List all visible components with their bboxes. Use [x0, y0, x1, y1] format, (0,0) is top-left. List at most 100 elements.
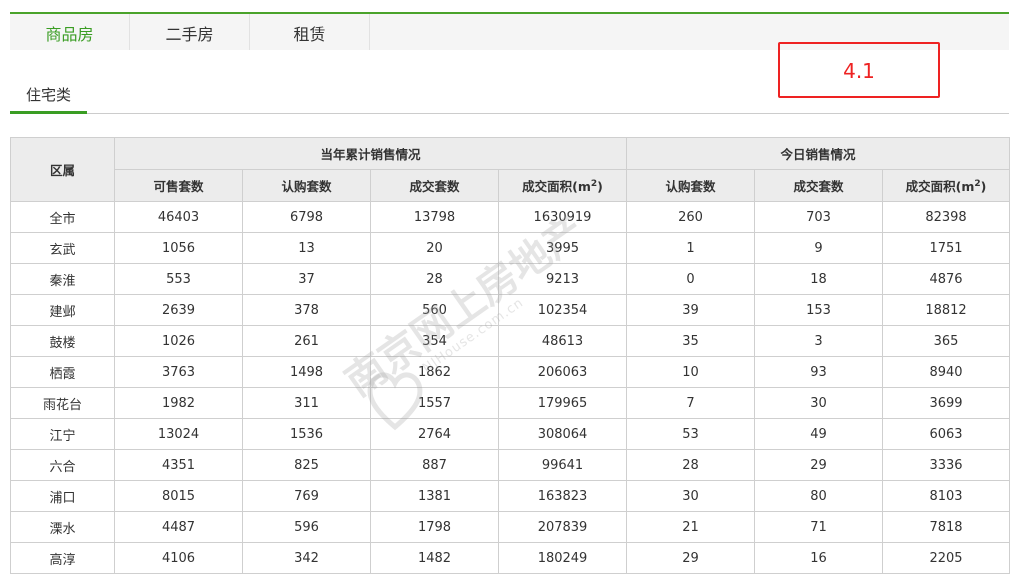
- value-cell: 703: [754, 201, 884, 233]
- table-row: 栖霞 3763 1498 1862 206063 10 93 8940: [10, 356, 1011, 388]
- value-cell: 93: [754, 356, 884, 388]
- value-cell: 3763: [114, 356, 243, 388]
- district-cell: 江宁: [10, 418, 115, 450]
- value-cell: 29: [754, 449, 884, 481]
- value-cell: 1536: [242, 418, 371, 450]
- district-cell: 六合: [10, 449, 115, 481]
- annual-sales-header: 当年累计销售情况: [113, 137, 628, 170]
- col-today-subscribed: 认购套数: [626, 169, 756, 202]
- value-cell: 153: [754, 294, 884, 326]
- value-cell: 354: [370, 325, 499, 357]
- value-cell: 3336: [882, 449, 1011, 481]
- table-row: 浦口 8015 769 1381 163823 30 80 8103: [10, 480, 1011, 512]
- value-cell: 1482: [370, 542, 499, 574]
- value-cell: 29: [626, 542, 756, 574]
- value-cell: 39: [626, 294, 756, 326]
- value-cell: 2639: [114, 294, 243, 326]
- value-cell: 2205: [882, 542, 1011, 574]
- value-cell: 49: [754, 418, 884, 450]
- district-cell: 全市: [10, 201, 115, 233]
- today-sales-header: 今日销售情况: [626, 137, 1011, 170]
- annotation-box: 4.1: [778, 42, 940, 98]
- value-cell: 46403: [114, 201, 243, 233]
- value-cell: 553: [114, 263, 243, 295]
- tab-rental[interactable]: 租赁: [250, 14, 370, 50]
- value-cell: 1557: [370, 387, 499, 419]
- table-row: 建邺 2639 378 560 102354 39 153 18812: [10, 294, 1011, 326]
- value-cell: 0: [626, 263, 756, 295]
- value-cell: 1056: [114, 232, 243, 264]
- value-cell: 4351: [114, 449, 243, 481]
- value-cell: 365: [882, 325, 1011, 357]
- value-cell: 30: [626, 480, 756, 512]
- value-cell: 825: [242, 449, 371, 481]
- value-cell: 21: [626, 511, 756, 543]
- value-cell: 4487: [114, 511, 243, 543]
- col-closed-units: 成交套数: [370, 169, 499, 202]
- value-cell: 6798: [242, 201, 371, 233]
- value-cell: 37: [242, 263, 371, 295]
- col-available-units: 可售套数: [114, 169, 243, 202]
- value-cell: 48613: [497, 325, 628, 357]
- subtab-residential[interactable]: 住宅类: [10, 80, 87, 114]
- value-cell: 887: [370, 449, 499, 481]
- value-cell: 1862: [370, 356, 499, 388]
- district-cell: 高淳: [10, 542, 115, 574]
- district-cell: 溧水: [10, 511, 115, 543]
- tab-second-hand[interactable]: 二手房: [130, 14, 250, 50]
- table-row: 江宁 13024 1536 2764 308064 53 49 6063: [10, 418, 1011, 450]
- value-cell: 8015: [114, 480, 243, 512]
- value-cell: 261: [242, 325, 371, 357]
- value-cell: 13024: [114, 418, 243, 450]
- value-cell: 2764: [370, 418, 499, 450]
- value-cell: 596: [242, 511, 371, 543]
- value-cell: 82398: [882, 201, 1011, 233]
- value-cell: 1798: [370, 511, 499, 543]
- district-header: 区属: [10, 137, 115, 202]
- value-cell: 342: [242, 542, 371, 574]
- table-row: 雨花台 1982 311 1557 179965 7 30 3699: [10, 387, 1011, 419]
- value-cell: 71: [754, 511, 884, 543]
- value-cell: 102354: [497, 294, 628, 326]
- table-row: 六合 4351 825 887 99641 28 29 3336: [10, 449, 1011, 481]
- value-cell: 308064: [497, 418, 628, 450]
- district-cell: 玄武: [10, 232, 115, 264]
- value-cell: 13: [242, 232, 371, 264]
- value-cell: 179965: [497, 387, 628, 419]
- table-row: 玄武 1056 13 20 3995 1 9 1751: [10, 232, 1011, 264]
- table-row: 鼓楼 1026 261 354 48613 35 3 365: [10, 325, 1011, 357]
- value-cell: 7: [626, 387, 756, 419]
- value-cell: 4106: [114, 542, 243, 574]
- value-cell: 30: [754, 387, 884, 419]
- value-cell: 6063: [882, 418, 1011, 450]
- col-closed-area: 成交面积(m2): [497, 169, 628, 202]
- value-cell: 163823: [497, 480, 628, 512]
- col-today-area: 成交面积(m2): [882, 169, 1011, 202]
- value-cell: 1381: [370, 480, 499, 512]
- value-cell: 1: [626, 232, 756, 264]
- value-cell: 99641: [497, 449, 628, 481]
- value-cell: 8103: [882, 480, 1011, 512]
- value-cell: 311: [242, 387, 371, 419]
- value-cell: 1982: [114, 387, 243, 419]
- value-cell: 378: [242, 294, 371, 326]
- value-cell: 3699: [882, 387, 1011, 419]
- value-cell: 9: [754, 232, 884, 264]
- table-row: 秦淮 553 37 28 9213 0 18 4876: [10, 263, 1011, 295]
- value-cell: 20: [370, 232, 499, 264]
- tab-new-homes[interactable]: 商品房: [10, 14, 130, 50]
- value-cell: 13798: [370, 201, 499, 233]
- value-cell: 28: [370, 263, 499, 295]
- value-cell: 3: [754, 325, 884, 357]
- value-cell: 4876: [882, 263, 1011, 295]
- district-cell: 鼓楼: [10, 325, 115, 357]
- value-cell: 28: [626, 449, 756, 481]
- value-cell: 9213: [497, 263, 628, 295]
- value-cell: 260: [626, 201, 756, 233]
- value-cell: 10: [626, 356, 756, 388]
- value-cell: 8940: [882, 356, 1011, 388]
- value-cell: 35: [626, 325, 756, 357]
- value-cell: 769: [242, 480, 371, 512]
- value-cell: 180249: [497, 542, 628, 574]
- value-cell: 53: [626, 418, 756, 450]
